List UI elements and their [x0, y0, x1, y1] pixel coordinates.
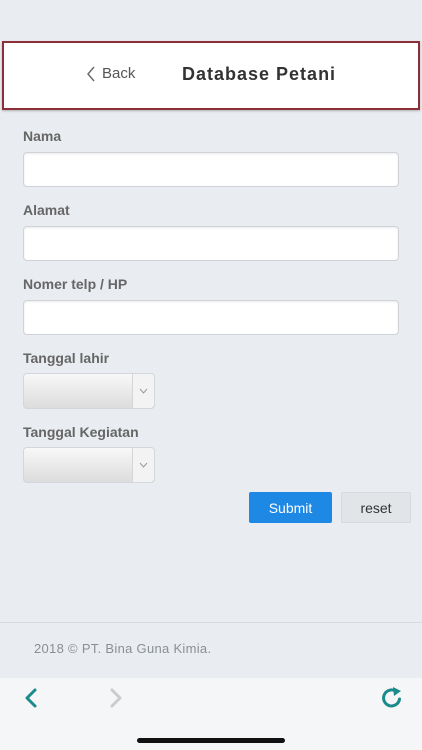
telp-group: Nomer telp / HP [23, 276, 399, 335]
status-bar-area [0, 0, 422, 40]
tanggal-lahir-label: Tanggal lahir [23, 350, 110, 366]
tanggal-kegiatan-label: Tanggal Kegiatan [23, 424, 139, 440]
back-link[interactable]: Back [86, 65, 135, 82]
page-header: Back Database Petani [2, 41, 420, 110]
tanggal-lahir-dropdown[interactable] [132, 374, 154, 408]
chevron-right-icon[interactable] [103, 686, 127, 710]
tanggal-kegiatan-dropdown[interactable] [132, 448, 154, 482]
back-label: Back [102, 65, 136, 82]
home-indicator [137, 738, 285, 743]
tanggal-lahir-group: Tanggal lahir [23, 350, 399, 409]
chevron-left-icon[interactable] [20, 686, 44, 710]
alamat-group: Alamat [23, 202, 399, 261]
reset-button[interactable]: reset [341, 492, 411, 523]
tanggal-lahir-select[interactable] [23, 373, 155, 409]
nama-input[interactable] [23, 152, 399, 187]
farmer-form: Nama Alamat Nomer telp / HP Tanggal lahi… [23, 128, 399, 498]
browser-toolbar [0, 678, 422, 750]
nama-label: Nama [23, 128, 62, 144]
tanggal-kegiatan-group: Tanggal Kegiatan [23, 424, 399, 483]
refresh-icon[interactable] [379, 685, 405, 711]
submit-button[interactable]: Submit [249, 492, 332, 523]
nama-group: Nama [23, 128, 399, 187]
chevron-down-icon [139, 462, 148, 468]
alamat-label: Alamat [23, 202, 70, 218]
page-title: Database Petani [182, 64, 337, 84]
footer-divider [0, 622, 422, 623]
telp-label: Nomer telp / HP [23, 276, 128, 292]
chevron-down-icon [139, 388, 148, 394]
chevron-left-icon [87, 66, 95, 81]
copyright-text: 2018 © PT. Bina Guna Kimia. [34, 641, 212, 656]
telp-input[interactable] [23, 300, 399, 335]
alamat-input[interactable] [23, 226, 399, 261]
tanggal-kegiatan-select[interactable] [23, 447, 155, 483]
